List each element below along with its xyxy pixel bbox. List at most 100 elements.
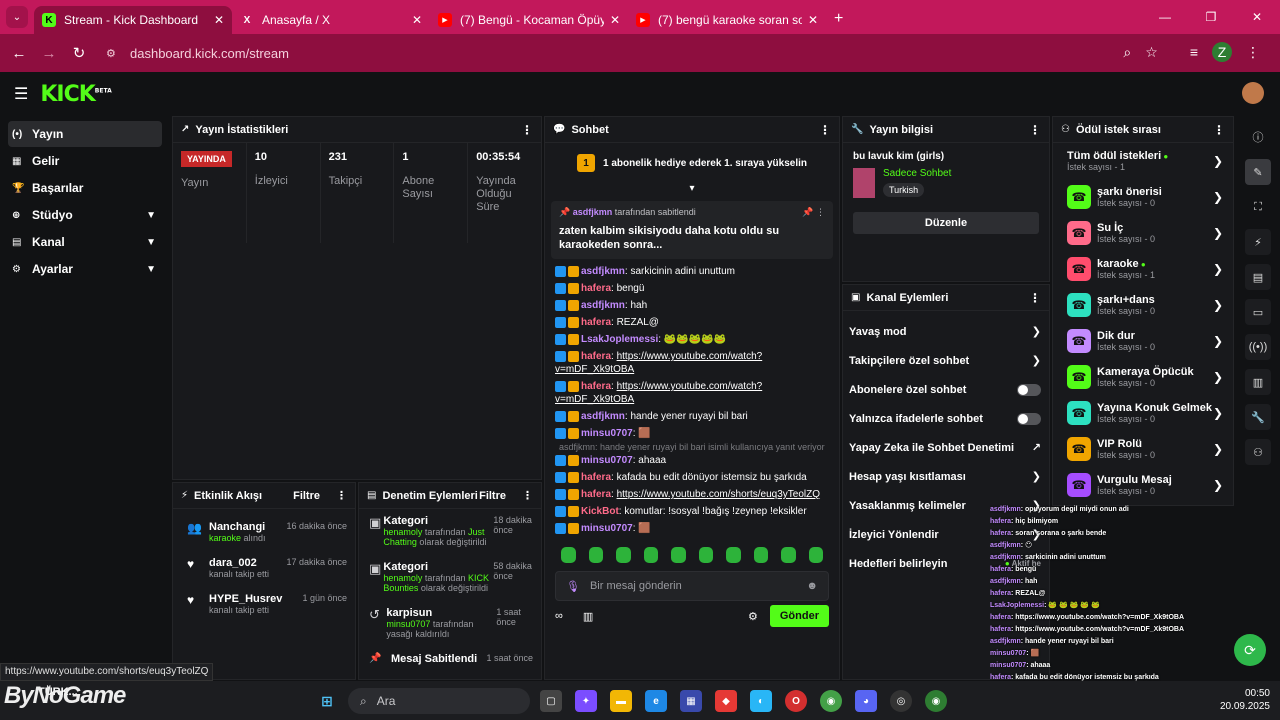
reward-item[interactable]: ☎ Dik dur İstek sayısı - 0 ❯ bbox=[1053, 323, 1233, 359]
emote-icon[interactable] bbox=[698, 547, 713, 563]
chrome-profile-icon[interactable]: ◉ bbox=[925, 690, 947, 712]
app-icon[interactable]: ◆ bbox=[715, 690, 737, 712]
collapse-chevron-icon[interactable]: ▾ bbox=[545, 183, 839, 197]
info-icon[interactable]: ⓘ bbox=[1245, 124, 1271, 150]
chat-username[interactable]: LsakJoplemessi bbox=[581, 334, 658, 345]
chat-username[interactable]: hafera bbox=[581, 381, 611, 392]
chat-username[interactable]: minsu0707 bbox=[581, 428, 633, 439]
emote-icon[interactable] bbox=[616, 547, 631, 563]
tab-kick-dashboard[interactable]: K Stream - Kick Dashboard ✕ bbox=[34, 6, 232, 34]
restore-icon[interactable]: ❐ bbox=[1188, 0, 1234, 34]
more-options-icon[interactable]: ⋮ bbox=[1029, 291, 1041, 305]
pencil-icon[interactable]: ✎ bbox=[1245, 159, 1271, 185]
chat-username[interactable]: minsu0707 bbox=[581, 455, 633, 466]
tab-x-home[interactable]: X Anasayfa / X ✕ bbox=[232, 6, 430, 34]
more-options-icon[interactable]: ⋮ bbox=[1213, 123, 1225, 137]
chat-settings-icon[interactable]: ⚙ bbox=[748, 610, 758, 623]
reward-item[interactable]: ☎ Kameraya Öpücük İstek sayısı - 0 ❯ bbox=[1053, 359, 1233, 395]
chat-username[interactable]: minsu0707 bbox=[581, 523, 633, 534]
filter-button[interactable]: Filtre bbox=[293, 490, 320, 502]
sidebar-item-studyo[interactable]: ⊕ Stüdyo ▼ bbox=[8, 202, 162, 228]
subscribers-only-toggle[interactable] bbox=[1017, 383, 1041, 396]
emote-icon[interactable] bbox=[781, 547, 796, 563]
close-tab-icon[interactable]: ✕ bbox=[412, 13, 422, 27]
close-tab-icon[interactable]: ✕ bbox=[808, 13, 818, 27]
chat-username[interactable]: hafera bbox=[581, 351, 611, 362]
wrench-icon[interactable]: 🔧 bbox=[1245, 404, 1271, 430]
user-avatar[interactable] bbox=[1242, 82, 1264, 104]
sidebar-item-kanal[interactable]: ▤ Kanal ▼ bbox=[8, 229, 162, 255]
kick-logo[interactable]: KICKBETA bbox=[40, 82, 111, 107]
more-options-icon[interactable]: ⋮ bbox=[336, 489, 347, 502]
profile-avatar[interactable]: Z bbox=[1212, 42, 1232, 62]
sidebar-item-yayin[interactable]: (•) Yayın bbox=[8, 121, 162, 147]
url-field[interactable]: ⚙ dashboard.kick.com/stream bbox=[106, 40, 1176, 66]
more-options-icon[interactable]: ⋮ bbox=[819, 123, 831, 137]
microphone-icon[interactable]: 🎙 bbox=[566, 580, 580, 593]
action-account-age[interactable]: Hesap yaşı kısıtlaması ❯ bbox=[843, 462, 1049, 491]
reward-item[interactable]: ☎ Su İç İstek sayısı - 0 ❯ bbox=[1053, 215, 1233, 251]
close-window-icon[interactable]: ✕ bbox=[1234, 0, 1280, 34]
app-icon[interactable]: ◐ bbox=[750, 690, 772, 712]
site-info-icon[interactable]: ⚙ bbox=[106, 47, 116, 60]
emote-icon[interactable] bbox=[726, 547, 741, 563]
close-tab-icon[interactable]: ✕ bbox=[610, 13, 620, 27]
chat-username[interactable]: asdfjkmn bbox=[581, 300, 625, 311]
chat-username[interactable]: hafera bbox=[581, 472, 611, 483]
emote-icon[interactable] bbox=[753, 547, 768, 563]
expand-icon[interactable]: ⛶ bbox=[1245, 194, 1271, 220]
opera-icon[interactable]: O bbox=[785, 690, 807, 712]
sidebar-item-gelir[interactable]: ▦ Gelir bbox=[8, 148, 162, 174]
new-tab-button[interactable]: + bbox=[834, 10, 843, 28]
reload-icon[interactable]: ↻ bbox=[64, 44, 94, 62]
emoji-icon[interactable]: ☻ bbox=[806, 580, 818, 592]
windows-start-icon[interactable]: ⊞ bbox=[316, 690, 338, 712]
filter-button[interactable]: Filtre bbox=[479, 490, 506, 502]
chrome-icon[interactable]: ◉ bbox=[820, 690, 842, 712]
chat-username[interactable]: hafera bbox=[581, 317, 611, 328]
sidebar-item-basarilar[interactable]: 🏆 Başarılar bbox=[8, 175, 162, 201]
emote-icon[interactable] bbox=[588, 547, 603, 563]
chat-input[interactable]: 🎙 Bir mesaj gönderin ☻ bbox=[555, 571, 829, 601]
action-followers-only[interactable]: Takipçilere özel sohbet ❯ bbox=[843, 346, 1049, 375]
emote-icon[interactable] bbox=[808, 547, 823, 563]
steam-icon[interactable]: ◎ bbox=[890, 690, 912, 712]
chat-link[interactable]: https://www.youtube.com/shorts/euq3yTeol… bbox=[617, 489, 820, 500]
more-options-icon[interactable]: ⋮ bbox=[522, 489, 533, 502]
chat-username[interactable]: asdfjkmn bbox=[581, 266, 625, 277]
more-options-icon[interactable]: ⋮ bbox=[1029, 123, 1041, 137]
task-view-icon[interactable]: ▢ bbox=[540, 690, 562, 712]
more-options-icon[interactable]: ⋮ bbox=[521, 123, 533, 137]
edge-icon[interactable]: e bbox=[645, 690, 667, 712]
back-arrow-icon[interactable]: ← bbox=[4, 45, 34, 62]
hamburger-menu-icon[interactable]: ☰ bbox=[14, 84, 28, 104]
media-controls-icon[interactable]: ≡ bbox=[1190, 44, 1198, 60]
gift-leaderboard-bar[interactable]: 1 1 abonelik hediye ederek 1. sıraya yüks… bbox=[545, 143, 839, 183]
taskbar-search[interactable]: ⌕ Ara bbox=[348, 688, 530, 714]
reward-item[interactable]: ☎ Vurgulu Mesaj İstek sayısı - 0 ❯ bbox=[1053, 467, 1233, 503]
emote-icon[interactable] bbox=[671, 547, 686, 563]
reward-item[interactable]: ☎ şarkı önerisi İstek sayısı - 0 ❯ bbox=[1053, 179, 1233, 215]
emote-icon[interactable] bbox=[561, 547, 576, 563]
action-ai-moderation[interactable]: Yapay Zeka ile Sohbet Denetimi ↗ bbox=[843, 433, 1049, 462]
chat-username[interactable]: asdfjkmn bbox=[581, 411, 625, 422]
reward-item[interactable]: ☎ Yayına Konuk Gelmek İstek sayısı - 0 ❯ bbox=[1053, 395, 1233, 431]
store-icon[interactable]: ▥ bbox=[583, 610, 593, 623]
close-tab-icon[interactable]: ✕ bbox=[214, 13, 224, 27]
chat-username[interactable]: hafera bbox=[581, 283, 611, 294]
bookmark-star-icon[interactable]: ☆ bbox=[1145, 44, 1158, 61]
layers-icon[interactable]: ▥ bbox=[1245, 369, 1271, 395]
document-icon[interactable]: ▤ bbox=[1245, 264, 1271, 290]
sidebar-item-ayarlar[interactable]: ⚙ Ayarlar ▼ bbox=[8, 256, 162, 282]
zoom-icon[interactable]: ⌕ bbox=[1123, 44, 1131, 61]
browser-menu-icon[interactable]: ⋮ bbox=[1246, 44, 1260, 61]
chat-username[interactable]: hafera bbox=[581, 489, 611, 500]
reward-item[interactable]: ☎ karaoke ● İstek sayısı - 1 ❯ bbox=[1053, 251, 1233, 287]
reward-item[interactable]: ☎ şarkı+dans İstek sayısı - 0 ❯ bbox=[1053, 287, 1233, 323]
reward-icon[interactable]: ⚇ bbox=[1245, 439, 1271, 465]
copilot-icon[interactable]: ✦ bbox=[575, 690, 597, 712]
forward-arrow-icon[interactable]: → bbox=[34, 45, 64, 62]
edit-button[interactable]: Düzenle bbox=[853, 212, 1039, 234]
action-slow-mode[interactable]: Yavaş mod ❯ bbox=[843, 317, 1049, 346]
send-button[interactable]: Gönder bbox=[769, 605, 829, 627]
